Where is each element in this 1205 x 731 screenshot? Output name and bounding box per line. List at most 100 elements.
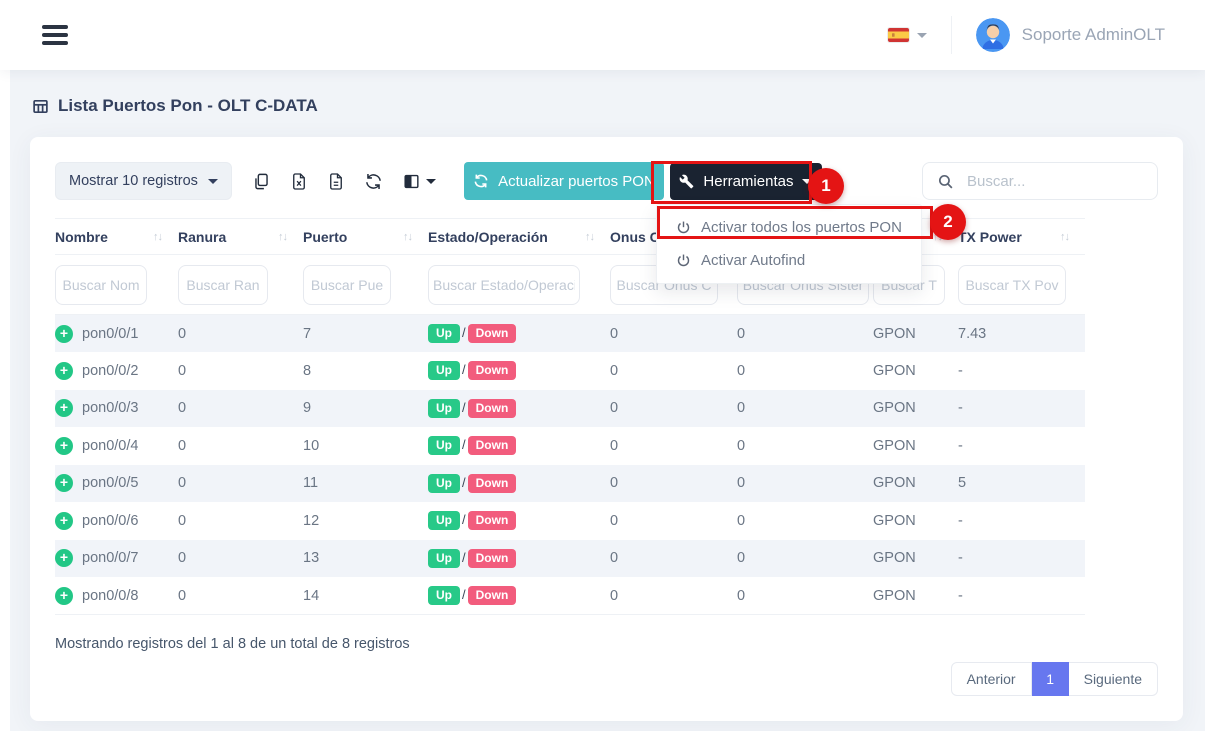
badge-separator: / bbox=[462, 400, 466, 415]
status-up-badge: Up bbox=[428, 436, 460, 455]
chevron-down-icon bbox=[208, 179, 218, 184]
onus-cell: 0 bbox=[610, 465, 737, 503]
language-dropdown[interactable] bbox=[888, 28, 927, 42]
table-row: +pon0/0/8014Up/Down00GPON- bbox=[55, 577, 1085, 615]
pagination-next[interactable]: Siguiente bbox=[1069, 662, 1158, 696]
copy-button[interactable] bbox=[252, 172, 271, 191]
slot-cell: 0 bbox=[178, 577, 303, 615]
file-export-button[interactable] bbox=[327, 172, 345, 191]
refresh-icon bbox=[473, 173, 489, 189]
port-cell: 13 bbox=[303, 540, 428, 578]
expand-row-plus-icon[interactable]: + bbox=[55, 362, 73, 380]
menu-item-activate-autofind[interactable]: Activar Autofind bbox=[657, 244, 921, 277]
slot-cell: 0 bbox=[178, 540, 303, 578]
onus2-cell: 0 bbox=[737, 540, 873, 578]
menu-item-label: Activar Autofind bbox=[701, 252, 805, 269]
column-visibility-button[interactable] bbox=[402, 172, 436, 191]
pagination-page-1[interactable]: 1 bbox=[1032, 662, 1069, 696]
onus2-cell: 0 bbox=[737, 352, 873, 390]
onus2-cell: 0 bbox=[737, 502, 873, 540]
column-header[interactable]: Puerto↑↓ bbox=[303, 219, 428, 255]
onus2-cell: 0 bbox=[737, 577, 873, 615]
main-content: Lista Puertos Pon - OLT C-DATA Mostrar 1… bbox=[10, 70, 1205, 731]
slot-cell: 0 bbox=[178, 465, 303, 503]
column-filter-input[interactable] bbox=[55, 265, 147, 305]
port-cell: 9 bbox=[303, 390, 428, 428]
onus-cell: 0 bbox=[610, 352, 737, 390]
power-icon bbox=[676, 253, 691, 268]
column-header-label: Nombre bbox=[55, 229, 108, 245]
expand-row-plus-icon[interactable]: + bbox=[55, 474, 73, 492]
slot-cell: 0 bbox=[178, 390, 303, 428]
column-filter-input[interactable] bbox=[303, 265, 391, 305]
refresh-pon-ports-button[interactable]: Actualizar puertos PON bbox=[464, 162, 664, 200]
tools-button[interactable]: Herramientas bbox=[670, 163, 822, 200]
sidebar-toggle-button[interactable] bbox=[40, 17, 70, 53]
status-cell: Up/Down bbox=[428, 390, 610, 428]
port-name: pon0/0/3 bbox=[82, 400, 138, 416]
pagination-previous[interactable]: Anterior bbox=[951, 662, 1032, 696]
onus-cell: 0 bbox=[610, 502, 737, 540]
table-row: +pon0/0/7013Up/Down00GPON- bbox=[55, 540, 1085, 578]
badge-separator: / bbox=[462, 550, 466, 565]
reload-table-button[interactable] bbox=[364, 172, 383, 191]
tx-cell: - bbox=[958, 540, 1085, 578]
port-name-cell: + pon0/0/3 bbox=[55, 390, 178, 428]
badge-separator: / bbox=[462, 362, 466, 377]
page-length-dropdown[interactable]: Mostrar 10 registros bbox=[55, 162, 232, 200]
type-cell: GPON bbox=[873, 577, 958, 615]
column-filter-input[interactable] bbox=[428, 265, 580, 305]
status-down-badge: Down bbox=[468, 474, 517, 493]
onus-cell: 0 bbox=[610, 427, 737, 465]
sort-arrows-icon[interactable]: ↑↓ bbox=[403, 231, 412, 243]
status-cell: Up/Down bbox=[428, 502, 610, 540]
column-filter-input[interactable] bbox=[958, 265, 1066, 305]
expand-row-plus-icon[interactable]: + bbox=[55, 512, 73, 530]
expand-row-plus-icon[interactable]: + bbox=[55, 325, 73, 343]
port-name: pon0/0/5 bbox=[82, 475, 138, 491]
tx-cell: 5 bbox=[958, 465, 1085, 503]
expand-row-plus-icon[interactable]: + bbox=[55, 549, 73, 567]
port-name-cell: + pon0/0/2 bbox=[55, 352, 178, 390]
expand-row-plus-icon[interactable]: + bbox=[55, 399, 73, 417]
search-icon bbox=[937, 173, 954, 190]
status-cell: Up/Down bbox=[428, 577, 610, 615]
type-cell: GPON bbox=[873, 502, 958, 540]
port-name: pon0/0/4 bbox=[82, 438, 138, 454]
table-row: +pon0/0/6012Up/Down00GPON- bbox=[55, 502, 1085, 540]
wrench-icon bbox=[679, 174, 694, 189]
chevron-down-icon bbox=[917, 33, 927, 38]
user-name: Soporte AdminOLT bbox=[1022, 25, 1165, 45]
page-title: Lista Puertos Pon - OLT C-DATA bbox=[32, 96, 1183, 116]
column-header[interactable]: Nombre ↑↓ bbox=[55, 219, 178, 255]
annotation-step-1-badge: 1 bbox=[808, 168, 844, 204]
sort-arrows-icon[interactable]: ↑↓ bbox=[278, 231, 287, 243]
port-name: pon0/0/2 bbox=[82, 363, 138, 379]
column-header[interactable]: TX Power↑↓ bbox=[958, 219, 1085, 255]
user-menu[interactable]: Soporte AdminOLT bbox=[976, 18, 1165, 52]
port-cell: 11 bbox=[303, 465, 428, 503]
column-filter-input[interactable] bbox=[178, 265, 268, 305]
status-cell: Up/Down bbox=[428, 427, 610, 465]
sort-arrows-icon[interactable]: ↑↓ bbox=[1060, 231, 1069, 243]
column-header[interactable]: Ranura↑↓ bbox=[178, 219, 303, 255]
slot-cell: 0 bbox=[178, 315, 303, 353]
status-cell: Up/Down bbox=[428, 352, 610, 390]
onus-cell: 0 bbox=[610, 390, 737, 428]
table-body: +pon0/0/107Up/Down00GPON7.43+pon0/0/208U… bbox=[55, 315, 1085, 615]
onus2-cell: 0 bbox=[737, 390, 873, 428]
search-input[interactable] bbox=[965, 172, 1125, 191]
annotation-step-2-badge: 2 bbox=[930, 204, 966, 240]
status-up-badge: Up bbox=[428, 399, 460, 418]
sort-arrows-icon[interactable]: ↑↓ bbox=[153, 231, 162, 243]
sort-arrows-icon[interactable]: ↑↓ bbox=[585, 231, 594, 243]
status-up-badge: Up bbox=[428, 511, 460, 530]
menu-item-activate-all-pon-ports[interactable]: Activar todos los puertos PON bbox=[657, 211, 921, 244]
port-cell: 10 bbox=[303, 427, 428, 465]
column-header[interactable]: Estado/Operación↑↓ bbox=[428, 219, 610, 255]
type-cell: GPON bbox=[873, 352, 958, 390]
excel-export-button[interactable] bbox=[290, 172, 308, 191]
onus2-cell: 0 bbox=[737, 315, 873, 353]
expand-row-plus-icon[interactable]: + bbox=[55, 587, 73, 605]
expand-row-plus-icon[interactable]: + bbox=[55, 437, 73, 455]
